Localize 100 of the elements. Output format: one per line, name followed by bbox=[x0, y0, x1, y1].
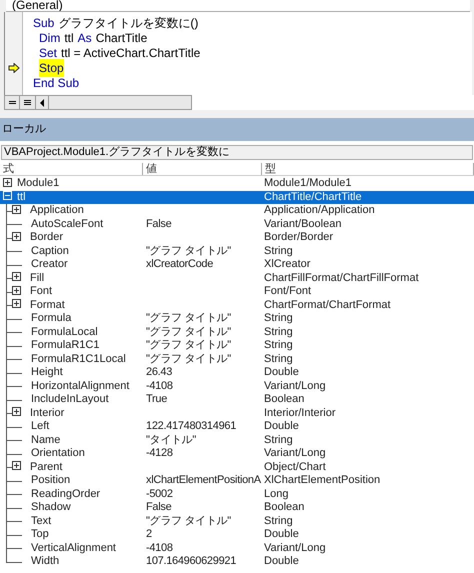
variable-type: ChartFormat/ChartFormat bbox=[264, 298, 391, 311]
variable-name: Parent bbox=[30, 462, 62, 473]
variable-type: Boolean bbox=[264, 501, 304, 514]
locals-row[interactable]: Width 107.164960629921 Double bbox=[0, 555, 474, 568]
variable-type: Double bbox=[264, 555, 299, 568]
variable-type: Object/Chart bbox=[264, 460, 326, 473]
variable-type: Border/Border bbox=[264, 231, 334, 244]
locals-row[interactable]: Interior Interior/Interior bbox=[0, 406, 474, 420]
locals-row[interactable]: HorizontalAlignment -4108 Variant/Long bbox=[0, 380, 474, 393]
variable-value: 107.164960629921 bbox=[146, 556, 236, 568]
variable-name: ttl bbox=[17, 192, 26, 203]
variable-name: Creator bbox=[31, 259, 68, 270]
variable-value: -5002 bbox=[146, 488, 173, 500]
variable-type: String bbox=[264, 339, 293, 352]
variable-name: Format bbox=[30, 300, 65, 311]
variable-name: Fill bbox=[30, 272, 44, 284]
variable-value: False bbox=[146, 218, 172, 230]
expand-icon[interactable] bbox=[12, 461, 21, 470]
variable-type: String bbox=[264, 312, 293, 324]
variable-value: False bbox=[146, 502, 172, 514]
variable-name: IncludeInLayout bbox=[31, 394, 109, 406]
variable-value: -4108 bbox=[146, 380, 173, 392]
locals-row[interactable]: Border Border/Border bbox=[0, 231, 474, 244]
variable-type: Variant/Long bbox=[264, 447, 326, 460]
locals-row[interactable]: Name "タイトル" String bbox=[0, 434, 474, 447]
column-header[interactable]: 式 bbox=[0, 163, 143, 175]
variable-name: Top bbox=[31, 529, 49, 540]
variable-type: String bbox=[264, 352, 293, 365]
column-header[interactable]: 型 bbox=[262, 163, 474, 175]
locals-row[interactable]: Left 122.417480314961 Double bbox=[0, 420, 474, 434]
variable-type: Interior/Interior bbox=[264, 406, 336, 419]
variable-type: Module1/Module1 bbox=[264, 177, 352, 190]
variable-value: -4108 bbox=[146, 542, 173, 554]
variable-type: Font/Font bbox=[264, 285, 312, 298]
locals-title-bar: ローカル bbox=[0, 118, 474, 141]
locals-row[interactable]: ttl ChartTitle/ChartTitle bbox=[0, 190, 474, 204]
locals-row[interactable]: VerticalAlignment -4108 Variant/Long bbox=[0, 542, 474, 555]
variable-type: ChartFillFormat/ChartFillFormat bbox=[264, 272, 419, 284]
variable-type: String bbox=[264, 514, 293, 527]
expand-icon[interactable] bbox=[12, 272, 21, 282]
locals-row[interactable]: Position xlChartElementPositionA XlChartElementPosition bbox=[0, 474, 474, 488]
variable-type: String bbox=[264, 326, 293, 338]
variable-type: Variant/Boolean bbox=[264, 218, 342, 230]
locals-row[interactable]: Format ChartFormat/ChartFormat bbox=[0, 298, 474, 312]
code-line: End Sub bbox=[33, 74, 80, 92]
variable-name: VerticalAlignment bbox=[31, 542, 116, 554]
locals-row[interactable]: Creator xlCreatorCode XlCreator bbox=[0, 258, 474, 272]
variable-name: Caption bbox=[31, 246, 69, 257]
locals-row[interactable]: Top 2 Double bbox=[0, 528, 474, 542]
locals-row[interactable]: Orientation -4128 Variant/Long bbox=[0, 447, 474, 460]
collapse-icon[interactable] bbox=[3, 191, 12, 200]
locals-row[interactable]: AutoScaleFont False Variant/Boolean bbox=[0, 218, 474, 231]
variable-name: Font bbox=[30, 286, 52, 298]
variable-type: Long bbox=[264, 488, 288, 500]
variable-name: Width bbox=[31, 556, 60, 568]
variable-value: xlCreatorCode bbox=[146, 259, 214, 270]
code-line: Dim ttl As ChartTitle bbox=[38, 30, 148, 46]
locals-row[interactable]: Parent Object/Chart bbox=[0, 460, 474, 474]
variable-name: HorizontalAlignment bbox=[31, 380, 130, 392]
variable-name: Module1 bbox=[17, 178, 60, 190]
expand-icon[interactable] bbox=[12, 204, 21, 214]
variable-name: Text bbox=[31, 516, 52, 527]
variable-type: Double bbox=[264, 528, 299, 540]
code-line: Sub グラフタイトルを変数に() bbox=[33, 14, 198, 32]
variable-name: Border bbox=[30, 232, 64, 244]
variable-type: ChartTitle/ChartTitle bbox=[264, 190, 362, 203]
variable-value: 2 bbox=[146, 529, 152, 540]
expand-icon[interactable] bbox=[12, 407, 21, 416]
column-header[interactable]: 値 bbox=[143, 163, 262, 175]
locals-row[interactable]: Height 26.43 Double bbox=[0, 366, 474, 380]
variable-value: -4128 bbox=[146, 448, 173, 460]
locals-row[interactable]: Fill ChartFillFormat/ChartFillFormat bbox=[0, 272, 474, 285]
locals-row[interactable]: Module1 Module1/Module1 bbox=[0, 177, 474, 190]
variable-value: "タイトル" bbox=[146, 434, 196, 446]
code-line: Set ttl = ActiveChart.ChartTitle bbox=[38, 44, 200, 62]
expand-icon[interactable] bbox=[12, 299, 21, 308]
variable-value: 26.43 bbox=[146, 367, 172, 378]
locals-row[interactable]: ReadingOrder -5002 Long bbox=[0, 488, 474, 501]
expand-icon[interactable] bbox=[3, 178, 12, 187]
variable-name: Name bbox=[31, 434, 60, 446]
variable-name: FormulaR1C1 bbox=[31, 340, 100, 352]
variable-name: FormulaLocal bbox=[31, 326, 98, 338]
expand-icon[interactable] bbox=[12, 286, 21, 295]
locals-row[interactable]: Shadow False Boolean bbox=[0, 501, 474, 514]
variable-name: Interior bbox=[30, 408, 64, 419]
variable-name: Left bbox=[31, 421, 50, 432]
variable-value: True bbox=[146, 394, 168, 406]
variable-type: XlCreator bbox=[264, 258, 310, 270]
locals-row[interactable]: Font Font/Font bbox=[0, 285, 474, 298]
variable-name: FormulaR1C1Local bbox=[31, 354, 126, 365]
variable-type: Double bbox=[264, 420, 299, 432]
variable-name: Formula bbox=[31, 313, 72, 324]
locals-row[interactable]: IncludeInLayout True Boolean bbox=[0, 393, 474, 406]
variable-type: Variant/Long bbox=[264, 542, 326, 554]
variable-type: Double bbox=[264, 366, 299, 378]
expand-icon[interactable] bbox=[12, 232, 21, 241]
locals-row[interactable]: Application Application/Application bbox=[0, 204, 474, 218]
variable-name: Shadow bbox=[31, 502, 71, 514]
variable-type: Variant/Long bbox=[264, 380, 326, 392]
context-field: VBAProject.Module1.グラフタイトルを変数に bbox=[1, 145, 473, 160]
